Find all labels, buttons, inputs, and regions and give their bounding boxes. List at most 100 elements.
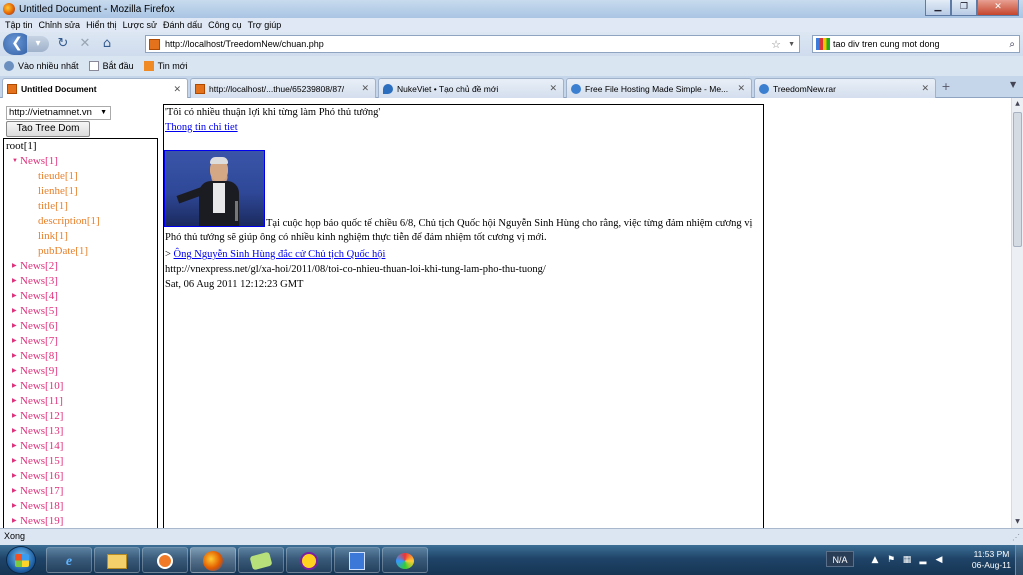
address-bar[interactable]: http://localhost/TreedomNew/chuan.php ☆ … xyxy=(145,35,800,53)
bookmark-latest-news[interactable]: Tin mới xyxy=(143,61,188,71)
create-tree-dom-button[interactable]: Tao Tree Dom xyxy=(6,121,90,137)
signal-icon[interactable]: ▂ xyxy=(917,554,929,566)
tree-node[interactable]: ▶ News[12] xyxy=(12,410,63,422)
reload-icon[interactable]: ↻ xyxy=(55,36,71,52)
menu-bookmarks[interactable]: Đánh dấu xyxy=(163,20,202,30)
search-text[interactable]: tao div tren cung mot dong xyxy=(833,39,940,49)
tree-node[interactable]: ▶ News[6] xyxy=(12,320,58,332)
tree-node[interactable]: ▶ News[10] xyxy=(12,380,63,392)
minimize-button[interactable]: ▁ xyxy=(925,0,951,16)
bookmark-most-visited[interactable]: Vào nhiều nhất xyxy=(4,61,79,71)
close-tab-icon[interactable]: ✕ xyxy=(737,83,745,94)
collapsed-triangle-icon[interactable]: ▶ xyxy=(12,442,20,449)
tree-node[interactable]: ▶ News[19] xyxy=(12,515,63,527)
related-link[interactable]: Ông Nguyễn Sinh Hùng đắc cử Chủ tịch Quố… xyxy=(174,249,386,260)
close-tab-icon[interactable]: ✕ xyxy=(921,83,929,94)
tree-node[interactable]: ▶ News[2] xyxy=(12,260,58,272)
volume-icon[interactable]: ◀ xyxy=(933,554,945,566)
start-button[interactable] xyxy=(6,546,36,574)
clock[interactable]: 11:53 PM 06-Aug-11 xyxy=(972,549,1011,571)
yahoo-messenger-icon[interactable] xyxy=(286,547,332,573)
tab-file-hosting[interactable]: Free File Hosting Made Simple - Me... ✕ xyxy=(566,78,752,98)
show-hidden-icons-icon[interactable]: ▲ xyxy=(869,554,881,566)
menu-edit[interactable]: Chỉnh sửa xyxy=(39,20,81,30)
collapsed-triangle-icon[interactable]: ▶ xyxy=(12,517,20,524)
tab-localhost[interactable]: http://localhost/...thue/65239808/87/ ✕ xyxy=(190,78,376,98)
tree-node[interactable]: ▶ News[15] xyxy=(12,455,63,467)
action-center-icon[interactable]: ⚑ xyxy=(885,554,897,566)
address-dropdown-icon[interactable]: ▼ xyxy=(788,41,795,48)
bookmark-star-icon[interactable]: ☆ xyxy=(771,38,781,51)
menu-history[interactable]: Lược sử xyxy=(123,20,157,30)
tree-node[interactable]: ▶ News[9] xyxy=(12,365,58,377)
network-icon[interactable]: ▦ xyxy=(901,554,913,566)
tab-list-dropdown-icon[interactable]: ▼ xyxy=(1010,80,1016,89)
collapsed-triangle-icon[interactable]: ▶ xyxy=(12,502,20,509)
forward-button[interactable]: ▾ xyxy=(27,36,49,52)
scroll-down-icon[interactable]: ▼ xyxy=(1012,516,1023,528)
home-icon[interactable]: ⌂ xyxy=(99,36,115,52)
collapsed-triangle-icon[interactable]: ▶ xyxy=(12,397,20,404)
tree-node[interactable]: ▶ News[11] xyxy=(12,395,63,407)
tab-untitled-document[interactable]: Untitled Document ✕ xyxy=(2,78,188,99)
tree-node[interactable]: ▶ News[13] xyxy=(12,425,63,437)
messenger-icon[interactable] xyxy=(238,547,284,573)
language-indicator[interactable]: N/A xyxy=(826,551,854,567)
tree-node[interactable]: ▶ News[18] xyxy=(12,500,63,512)
firefox-icon[interactable] xyxy=(190,547,236,573)
collapsed-triangle-icon[interactable]: ▶ xyxy=(12,382,20,389)
collapsed-triangle-icon[interactable]: ▶ xyxy=(12,472,20,479)
collapsed-triangle-icon[interactable]: ▶ xyxy=(12,322,20,329)
collapsed-triangle-icon[interactable]: ▶ xyxy=(12,292,20,299)
bookmark-getting-started[interactable]: Bắt đầu xyxy=(88,61,134,71)
tree-leaf[interactable]: pubDate[1] xyxy=(38,245,88,257)
collapsed-triangle-icon[interactable]: ▶ xyxy=(12,337,20,344)
collapsed-triangle-icon[interactable]: ▶ xyxy=(12,427,20,434)
maximize-button[interactable]: ❐ xyxy=(951,0,977,16)
close-window-button[interactable]: ✕ xyxy=(977,0,1019,16)
paint-icon[interactable] xyxy=(382,547,428,573)
tab-nukeviet[interactable]: NukeViet • Tạo chủ đề mới ✕ xyxy=(378,78,564,98)
article-photo[interactable] xyxy=(164,150,265,227)
word-icon[interactable] xyxy=(334,547,380,573)
source-select[interactable]: http://vietnamnet.vn ▼ xyxy=(6,106,111,120)
menu-view[interactable]: Hiển thị xyxy=(86,20,117,30)
expanded-triangle-icon[interactable]: ▼ xyxy=(12,158,20,164)
tree-node[interactable]: ▶ News[16] xyxy=(12,470,63,482)
tree-node[interactable]: ▶ News[7] xyxy=(12,335,58,347)
menu-tools[interactable]: Công cụ xyxy=(208,20,242,30)
search-bar[interactable]: tao div tren cung mot dong ⌕ xyxy=(812,35,1020,53)
tree-node-expanded[interactable]: ▼ News[1] xyxy=(12,155,58,167)
address-text[interactable]: http://localhost/TreedomNew/chuan.php xyxy=(165,39,324,49)
close-tab-icon[interactable]: ✕ xyxy=(549,83,557,94)
close-tab-icon[interactable]: ✕ xyxy=(173,84,181,95)
tree-leaf[interactable]: lienhe[1] xyxy=(38,185,78,197)
menu-file[interactable]: Tập tin xyxy=(5,20,33,30)
collapsed-triangle-icon[interactable]: ▶ xyxy=(12,277,20,284)
tree-node[interactable]: ▶ News[14] xyxy=(12,440,63,452)
media-player-icon[interactable] xyxy=(142,547,188,573)
collapsed-triangle-icon[interactable]: ▶ xyxy=(12,352,20,359)
tree-leaf[interactable]: tieude[1] xyxy=(38,170,78,182)
explorer-icon[interactable] xyxy=(94,547,140,573)
stop-icon[interactable]: ✕ xyxy=(77,36,93,52)
tree-leaf[interactable]: link[1] xyxy=(38,230,68,242)
scroll-up-icon[interactable]: ▲ xyxy=(1012,98,1023,110)
collapsed-triangle-icon[interactable]: ▶ xyxy=(12,367,20,374)
tab-treedomnew-rar[interactable]: TreedomNew.rar ✕ xyxy=(754,78,936,98)
resize-grip-icon[interactable]: ⋰ xyxy=(1012,530,1020,545)
collapsed-triangle-icon[interactable]: ▶ xyxy=(12,262,20,269)
collapsed-triangle-icon[interactable]: ▶ xyxy=(12,487,20,494)
scrollbar-thumb[interactable] xyxy=(1013,112,1022,247)
tree-leaf[interactable]: description[1] xyxy=(38,215,100,227)
tree-node[interactable]: ▶ News[4] xyxy=(12,290,58,302)
show-desktop-button[interactable] xyxy=(1015,545,1023,575)
new-tab-button[interactable]: + xyxy=(937,80,955,96)
close-tab-icon[interactable]: ✕ xyxy=(361,83,369,94)
google-icon[interactable] xyxy=(816,38,830,50)
ie-icon[interactable]: e xyxy=(46,547,92,573)
collapsed-triangle-icon[interactable]: ▶ xyxy=(12,457,20,464)
vertical-scrollbar[interactable]: ▲ ▼ xyxy=(1011,98,1023,528)
tree-node[interactable]: ▶ News[8] xyxy=(12,350,58,362)
detail-link[interactable]: Thong tin chi tiet xyxy=(165,122,238,133)
